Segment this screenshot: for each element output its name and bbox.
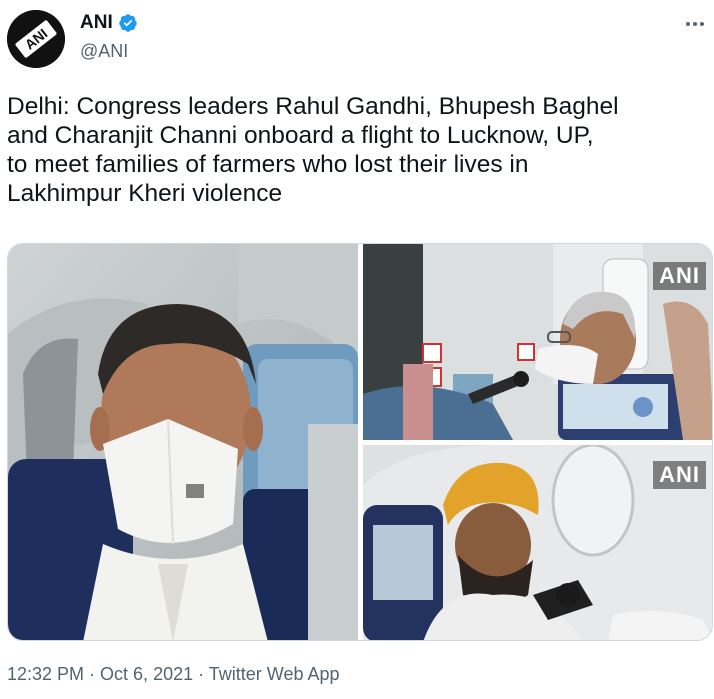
photo-3[interactable]: ANI [363,445,712,640]
author-handle[interactable]: @ANI [80,41,138,62]
ellipsis-icon [686,22,704,26]
tweet-text: Delhi: Congress leaders Rahul Gandhi, Bh… [7,93,619,207]
display-name[interactable]: ANI [80,12,113,34]
watermark-ani: ANI [653,262,706,290]
tweet-time[interactable]: 12:32 PM [7,664,84,684]
tweet-source: Twitter Web App [208,664,340,684]
tweet-date[interactable]: Oct 6, 2021 [100,664,193,684]
more-options-button[interactable] [680,14,710,34]
photo-rahul-gandhi-image [8,244,358,640]
verified-badge-icon [118,14,137,32]
tweet-metadata: 12:32 PM · Oct 6, 2021 · Twitter Web App [7,664,340,685]
photo-2[interactable]: ANI [363,244,712,440]
photo-1[interactable] [8,244,358,640]
watermark-ani: ANI [653,461,706,489]
ani-logo-icon: ANI [7,10,65,68]
name-row: ANI [80,12,138,34]
meta-separator: · [84,664,101,684]
author-block: ANI @ANI [80,12,138,62]
meta-separator: · [193,664,209,684]
media-grid: ANI ANI [7,243,713,641]
tweet-card: ANI ANI @ANI Delhi: Congress leaders Rah… [0,0,714,699]
avatar[interactable]: ANI [7,10,65,68]
